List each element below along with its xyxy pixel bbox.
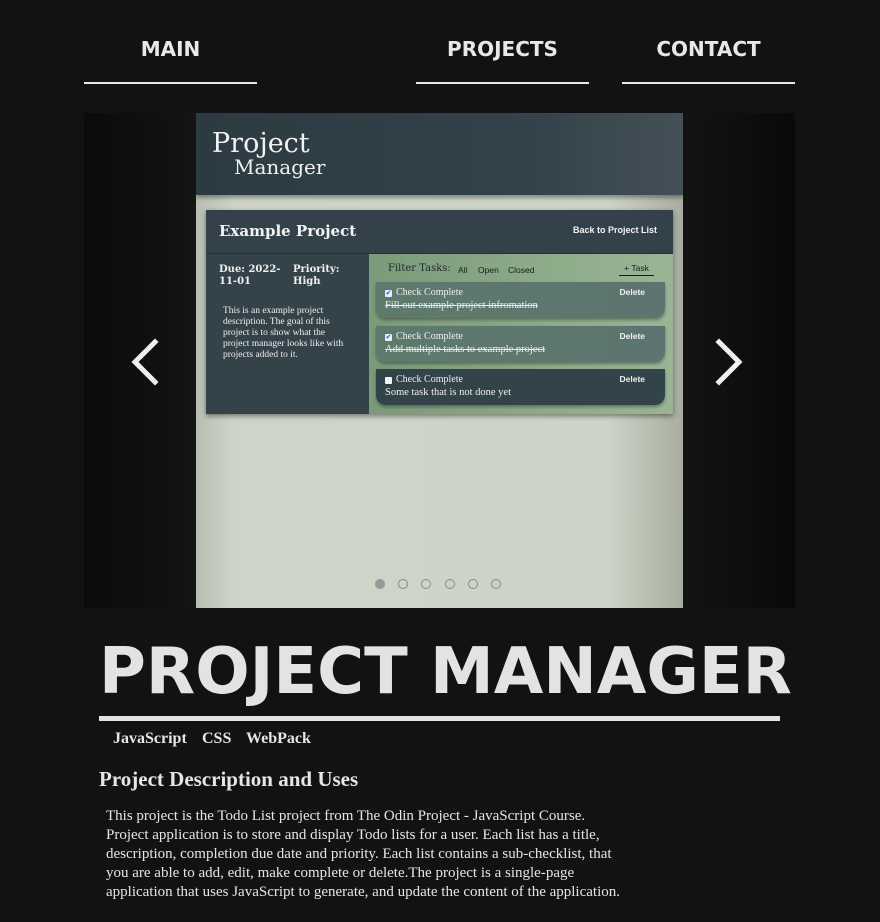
task-status: Check Complete <box>396 287 463 298</box>
nav-contact-link[interactable]: CONTACT <box>622 30 795 84</box>
section-heading: Project Description and Uses <box>99 767 359 791</box>
task-item: ✔ Check Complete Delete Add multiple tas… <box>376 326 665 362</box>
task-delete: Delete <box>619 374 645 384</box>
tech-tag: CSS <box>202 730 232 747</box>
carousel-next-button[interactable] <box>709 334 749 390</box>
task-status: Check Complete <box>396 331 463 342</box>
carousel-dot[interactable] <box>375 579 385 589</box>
carousel-dot[interactable] <box>421 579 431 589</box>
tech-tag: WebPack <box>246 730 311 747</box>
section-body: This project is the Todo List project fr… <box>106 808 620 900</box>
carousel-prev-button[interactable] <box>127 334 167 390</box>
project-card-header: Example Project Back to Project List <box>206 210 673 254</box>
carousel-slide: Project Manager Example Project Back to … <box>196 113 683 608</box>
filter-open: Open <box>478 265 499 275</box>
task-item: Check Complete Delete Some task that is … <box>376 369 665 405</box>
task-status: Check Complete <box>396 374 463 385</box>
task-text: Fill out example project infromation <box>385 300 538 311</box>
task-text: Some task that is not done yet <box>385 387 511 398</box>
task-delete: Delete <box>619 287 645 297</box>
task-panel: Filter Tasks: All Open Closed + Task ✔ C… <box>369 254 673 414</box>
carousel-dot[interactable] <box>445 579 455 589</box>
project-carousel: Project Manager Example Project Back to … <box>84 113 795 608</box>
tech-tag: JavaScript <box>113 730 187 747</box>
chevron-left-icon <box>131 338 159 386</box>
project-name: Example Project <box>219 222 357 240</box>
checkbox-icon <box>385 377 392 384</box>
back-to-project-list-link: Back to Project List <box>572 225 657 235</box>
project-card: Example Project Back to Project List Due… <box>206 210 673 414</box>
add-task-button: + Task <box>619 263 654 276</box>
chevron-right-icon <box>715 338 743 386</box>
app-title-line2: Manager <box>234 155 326 179</box>
checkbox-icon: ✔ <box>385 333 392 341</box>
project-priority: Priority: High <box>293 264 340 287</box>
task-text: Add multiple tasks to example project <box>385 344 546 355</box>
nav-projects-link[interactable]: PROJECTS <box>416 30 589 84</box>
filter-label: Filter Tasks: <box>388 263 451 274</box>
filter-closed: Closed <box>508 265 535 275</box>
app-header: Project Manager <box>196 113 683 195</box>
project-description: This is an example project description. … <box>223 306 344 360</box>
project-due-date: Due: 2022-11-01 <box>219 264 281 287</box>
carousel-dot[interactable] <box>398 579 408 589</box>
filter-all: All <box>458 265 468 275</box>
nav-main-link[interactable]: MAIN <box>84 30 257 84</box>
page-title: PROJECT MANAGER <box>99 632 792 721</box>
carousel-dot[interactable] <box>491 579 501 589</box>
checkbox-icon: ✔ <box>385 289 392 297</box>
task-delete: Delete <box>619 331 645 341</box>
project-details: Due: 2022-11-01 Priority: High This is a… <box>206 254 369 414</box>
carousel-dot[interactable] <box>468 579 478 589</box>
task-item: ✔ Check Complete Delete Fill out example… <box>376 282 665 318</box>
